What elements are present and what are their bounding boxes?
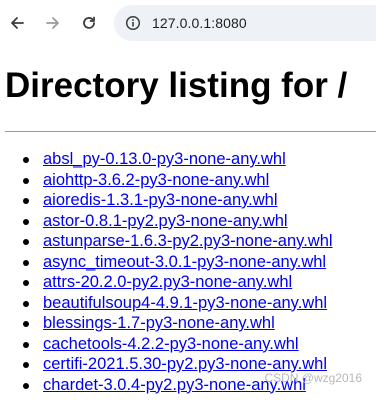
bullet-icon <box>23 341 29 348</box>
watermark: CSDN @wzg2016 <box>264 371 362 385</box>
file-link[interactable]: astunparse-1.6.3-py2.py3-none-any.whl <box>43 232 333 250</box>
reload-button[interactable] <box>75 9 103 37</box>
list-item: absl_py-0.13.0-py3-none-any.whl <box>0 149 376 170</box>
list-item: astor-0.8.1-py2.py3-none-any.whl <box>0 211 376 232</box>
list-item: async_timeout-3.0.1-py3-none-any.whl <box>0 252 376 273</box>
page-title: Directory listing for / <box>5 66 348 105</box>
divider <box>5 131 376 132</box>
bullet-icon <box>23 300 29 307</box>
bullet-icon <box>23 280 29 286</box>
site-info-icon[interactable] <box>124 14 142 32</box>
file-list: absl_py-0.13.0-py3-none-any.whl aiohttp-3… <box>0 149 376 395</box>
forward-arrow-icon <box>46 17 59 29</box>
bullet-icon <box>23 259 29 266</box>
file-link[interactable]: blessings-1.7-py3-none-any.whl <box>43 314 275 332</box>
page-content: Directory listing for / absl_py-0.13.0-p… <box>0 46 376 401</box>
list-item: cachetools-4.2.2-py3-none-any.whl <box>0 334 376 355</box>
bullet-icon <box>23 321 29 327</box>
list-item: astunparse-1.6.3-py2.py3-none-any.whl <box>0 231 376 252</box>
file-link[interactable]: beautifulsoup4-4.9.1-py3-none-any.whl <box>43 294 327 312</box>
back-button[interactable] <box>3 9 31 37</box>
browser-toolbar: 127.0.0.1:8080 <box>0 0 376 46</box>
forward-button[interactable] <box>39 9 67 37</box>
list-item: attrs-20.2.0-py2.py3-none-any.whl <box>0 272 376 293</box>
bullet-icon <box>23 177 29 184</box>
bullet-icon <box>23 218 29 225</box>
bullet-icon <box>23 239 29 245</box>
file-link[interactable]: aioredis-1.3.1-py3-none-any.whl <box>43 191 278 209</box>
bullet-icon <box>23 198 29 204</box>
address-bar[interactable]: 127.0.0.1:8080 <box>114 5 376 41</box>
file-link[interactable]: attrs-20.2.0-py2.py3-none-any.whl <box>43 273 292 291</box>
file-link[interactable]: absl_py-0.13.0-py3-none-any.whl <box>43 150 286 168</box>
file-link[interactable]: aiohttp-3.6.2-py3-none-any.whl <box>43 171 269 189</box>
bullet-icon <box>23 382 29 389</box>
bullet-icon <box>23 362 29 368</box>
back-arrow-icon <box>11 17 24 29</box>
file-link[interactable]: async_timeout-3.0.1-py3-none-any.whl <box>43 253 326 271</box>
file-link[interactable]: cachetools-4.2.2-py3-none-any.whl <box>43 335 299 353</box>
list-item: blessings-1.7-py3-none-any.whl <box>0 313 376 334</box>
file-link[interactable]: astor-0.8.1-py2.py3-none-any.whl <box>43 212 288 230</box>
list-item: aiohttp-3.6.2-py3-none-any.whl <box>0 170 376 191</box>
bullet-icon <box>23 157 29 163</box>
list-item: aioredis-1.3.1-py3-none-any.whl <box>0 190 376 211</box>
url-text[interactable]: 127.0.0.1:8080 <box>152 15 247 31</box>
reload-icon <box>83 16 95 29</box>
list-item: beautifulsoup4-4.9.1-py3-none-any.whl <box>0 293 376 314</box>
